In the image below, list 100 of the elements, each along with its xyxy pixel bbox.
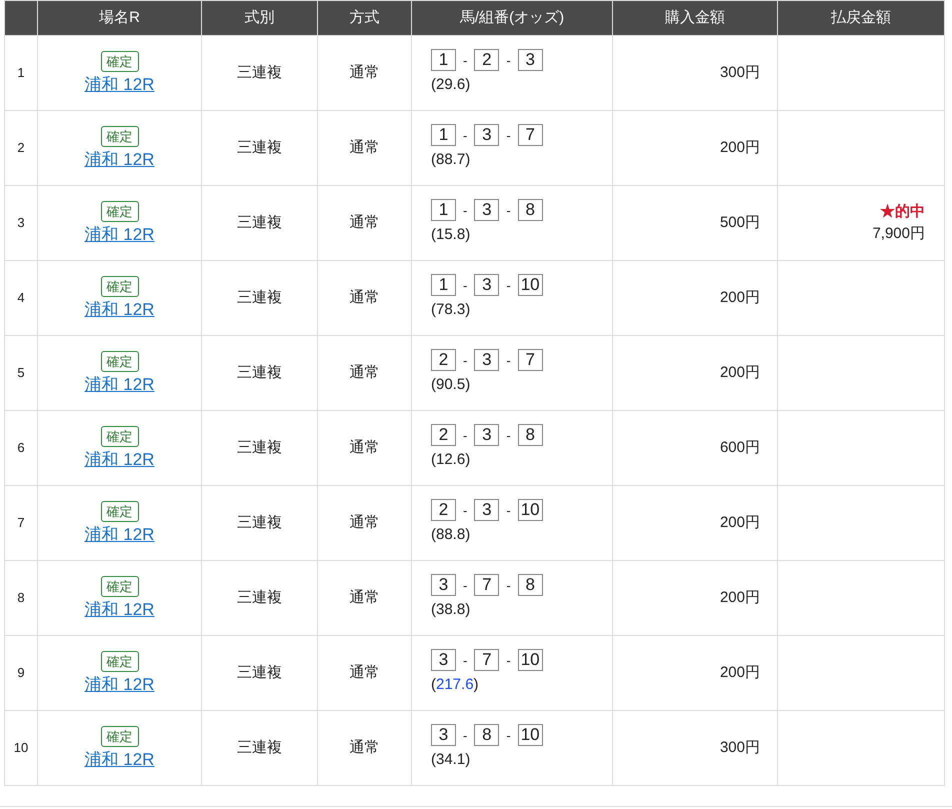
horse-number: 1 [431,199,456,222]
odds: (217.6) [431,675,480,696]
horse-number: 3 [431,724,456,746]
column-header: 式別 [244,8,274,26]
separator: - [463,426,468,444]
column-header: 払戻金額 [831,8,891,26]
race-link[interactable]: 浦和 12R [84,148,154,170]
bet-type: 三連複 [237,438,282,456]
horse-number: 3 [431,649,456,672]
race-link[interactable]: 浦和 12R [84,448,154,470]
bet-method: 通常 [350,738,380,756]
race-link[interactable]: 浦和 12R [84,298,154,320]
status-tag: 確定 [100,200,138,222]
horse-number: 3 [474,499,500,522]
row-number: 7 [17,515,25,530]
odds: (15.8) [431,225,472,246]
bet-method: 通常 [350,588,380,606]
status-tag: 確定 [100,500,138,522]
status-tag: 確定 [100,50,138,72]
hit-label: ★的中 [880,202,925,222]
odds: (38.8) [431,600,472,620]
separator: - [506,126,511,144]
bet-method: 通常 [350,64,380,81]
race-link[interactable]: 浦和 12R [84,74,154,96]
row-number: 4 [17,290,25,306]
bet-type: 三連複 [237,214,282,231]
horse-number: 10 [518,724,543,746]
separator: - [463,726,468,744]
bet-type: 三連複 [237,64,282,81]
status-tag: 確定 [100,426,138,446]
row-number: 6 [17,440,25,456]
separator: - [463,126,468,144]
column-header: 方式 [350,8,380,26]
purchase-amount: 600円 [720,438,760,456]
bet-method: 通常 [350,514,380,531]
separator: - [506,726,511,744]
status-tag: 確定 [100,576,138,596]
race-link[interactable]: 浦和 12R [84,374,154,396]
horse-number: 7 [474,574,500,596]
separator: - [463,652,468,670]
horse-number: 8 [474,724,500,746]
separator: - [506,52,511,70]
column-header: 購入金額 [665,8,725,26]
race-link[interactable]: 浦和 12R [84,524,154,546]
horse-number: 1 [431,124,456,146]
race-link[interactable]: 浦和 12R [84,224,154,246]
row-number: 10 [14,740,28,756]
status-tag: 確定 [100,726,138,746]
horse-number: 10 [518,649,543,672]
odds: (78.3) [431,300,472,320]
horse-number: 3 [474,274,500,296]
purchase-amount: 200円 [720,138,760,156]
horse-number: 2 [431,349,456,372]
horse-number: 3 [474,424,500,446]
horse-number: 8 [518,574,543,596]
separator: - [506,502,511,520]
bet-method: 通常 [350,438,380,456]
odds: (29.6) [431,75,472,96]
separator: - [506,352,511,370]
odds: (34.1) [431,750,472,770]
column-header: 馬/組番(オッズ) [460,8,564,26]
row-number: 3 [17,215,25,230]
bet-type: 三連複 [237,588,282,606]
race-link[interactable]: 浦和 12R [84,748,154,770]
row-number: 2 [17,140,25,156]
separator: - [463,352,468,370]
payout-amount: 7,900円 [872,224,925,244]
status-tag: 確定 [100,350,138,372]
horse-number: 2 [431,499,456,522]
row-number: 1 [17,65,25,80]
horse-number: 7 [474,649,500,672]
horse-number: 8 [518,424,543,446]
horse-number: 8 [518,199,543,222]
horse-number: 3 [518,49,543,72]
separator: - [506,202,511,220]
bet-method: 通常 [350,288,380,306]
horse-number: 2 [474,49,500,72]
horse-number: 3 [431,574,456,596]
row-number: 9 [17,665,25,680]
race-link[interactable]: 浦和 12R [84,674,154,696]
column-header: 場名R [99,8,140,26]
separator: - [463,202,468,220]
odds: (90.5) [431,375,472,396]
race-link[interactable]: 浦和 12R [84,598,154,620]
separator: - [506,576,511,594]
bet-type: 三連複 [237,664,282,681]
purchase-amount: 200円 [720,664,760,681]
separator: - [506,276,511,294]
horse-number: 1 [431,274,456,296]
purchase-amount: 300円 [720,64,760,81]
bet-type: 三連複 [237,738,282,756]
purchase-amount: 300円 [720,738,760,756]
bet-type: 三連複 [237,514,282,531]
horse-number: 2 [431,424,456,446]
status-tag: 確定 [100,276,138,296]
odds: (88.7) [431,150,472,170]
horse-number: 3 [474,199,500,222]
status-tag: 確定 [100,650,138,672]
purchase-amount: 200円 [720,288,760,306]
odds: (88.8) [431,525,472,546]
